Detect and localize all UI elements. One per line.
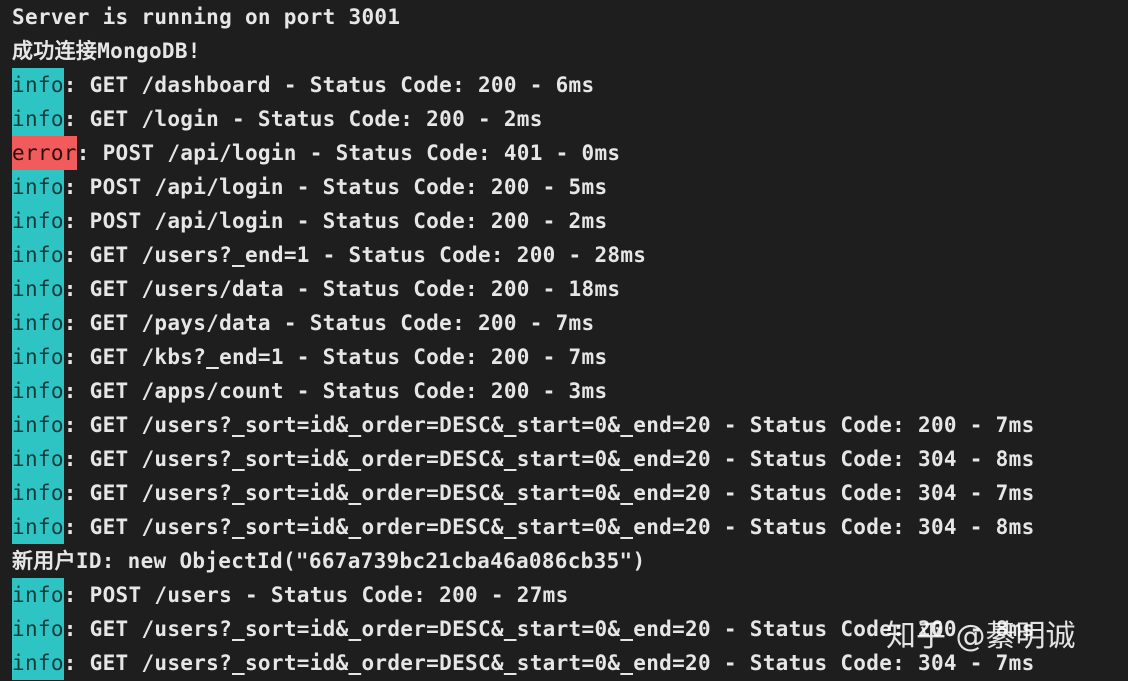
log-line: Server is running on port 3001 [12,0,1035,34]
log-line: 成功连接MongoDB! [12,34,1035,68]
log-line: error: POST /api/login - Status Code: 40… [12,136,1035,170]
log-message: : GET /login - Status Code: 200 - 2ms [63,107,543,131]
log-line: info: POST /users - Status Code: 200 - 2… [12,578,1035,612]
log-line: info: GET /users?_sort=id&_order=DESC&_s… [12,476,1035,510]
log-line: info: GET /users?_sort=id&_order=DESC&_s… [12,442,1035,476]
log-message: : GET /dashboard - Status Code: 200 - 6m… [63,73,595,97]
log-message: : GET /pays/data - Status Code: 200 - 7m… [63,311,595,335]
log-line: info: GET /users?_sort=id&_order=DESC&_s… [12,510,1035,544]
info-level-badge: info [12,442,64,476]
log-message: : GET /apps/count - Status Code: 200 - 3… [63,379,608,403]
log-message: : POST /api/login - Status Code: 401 - 0… [76,141,621,165]
log-message: : GET /users?_end=1 - Status Code: 200 -… [63,243,647,267]
log-line: info: GET /users?_end=1 - Status Code: 2… [12,238,1035,272]
log-line: 新用户ID: new ObjectId("667a739bc21cba46a08… [12,544,1035,578]
log-message: : GET /kbs?_end=1 - Status Code: 200 - 7… [63,345,608,369]
log-line: info: POST /api/login - Status Code: 200… [12,170,1035,204]
log-message: 成功连接MongoDB! [12,39,201,63]
info-level-badge: info [12,238,64,272]
log-line: info: GET /kbs?_end=1 - Status Code: 200… [12,340,1035,374]
info-level-badge: info [12,374,64,408]
watermark: 知乎 @綦明诚 [886,619,1076,654]
terminal-output[interactable]: Server is running on port 3001 成功连接MongoD… [0,0,1128,681]
log-message: Server is running on port 3001 [12,5,401,29]
log-line: info: GET /users/data - Status Code: 200… [12,272,1035,306]
log-line: info: GET /dashboard - Status Code: 200 … [12,68,1035,102]
info-level-badge: info [12,68,64,102]
log-line: info: GET /users?_sort=id&_order=DESC&_s… [12,646,1035,680]
info-level-badge: info [12,204,64,238]
log-message: : GET /users/data - Status Code: 200 - 1… [63,277,621,301]
info-level-badge: info [12,306,64,340]
log-lines: Server is running on port 3001 成功连接MongoD… [12,0,1035,680]
error-level-badge: error [12,136,77,170]
info-level-badge: info [12,170,64,204]
info-level-badge: info [12,476,64,510]
log-message: : GET /users?_sort=id&_order=DESC&_start… [63,515,1035,539]
log-message: : GET /users?_sort=id&_order=DESC&_start… [63,481,1035,505]
log-line: info: GET /users?_sort=id&_order=DESC&_s… [12,408,1035,442]
log-message: : GET /users?_sort=id&_order=DESC&_start… [63,413,1035,437]
info-level-badge: info [12,578,64,612]
info-level-badge: info [12,510,64,544]
info-level-badge: info [12,340,64,374]
log-message: 新用户ID: new ObjectId("667a739bc21cba46a08… [12,549,646,573]
info-level-badge: info [12,612,64,646]
log-message: : POST /api/login - Status Code: 200 - 5… [63,175,608,199]
log-message: : POST /users - Status Code: 200 - 27ms [63,583,569,607]
log-line: info: GET /login - Status Code: 200 - 2m… [12,102,1035,136]
log-message: : GET /users?_sort=id&_order=DESC&_start… [63,447,1035,471]
log-line: info: POST /api/login - Status Code: 200… [12,204,1035,238]
log-line: info: GET /users?_sort=id&_order=DESC&_s… [12,612,1035,646]
log-line: info: GET /apps/count - Status Code: 200… [12,374,1035,408]
info-level-badge: info [12,408,64,442]
info-level-badge: info [12,102,64,136]
info-level-badge: info [12,272,64,306]
log-line: info: GET /pays/data - Status Code: 200 … [12,306,1035,340]
log-message: : POST /api/login - Status Code: 200 - 2… [63,209,608,233]
info-level-badge: info [12,646,64,680]
